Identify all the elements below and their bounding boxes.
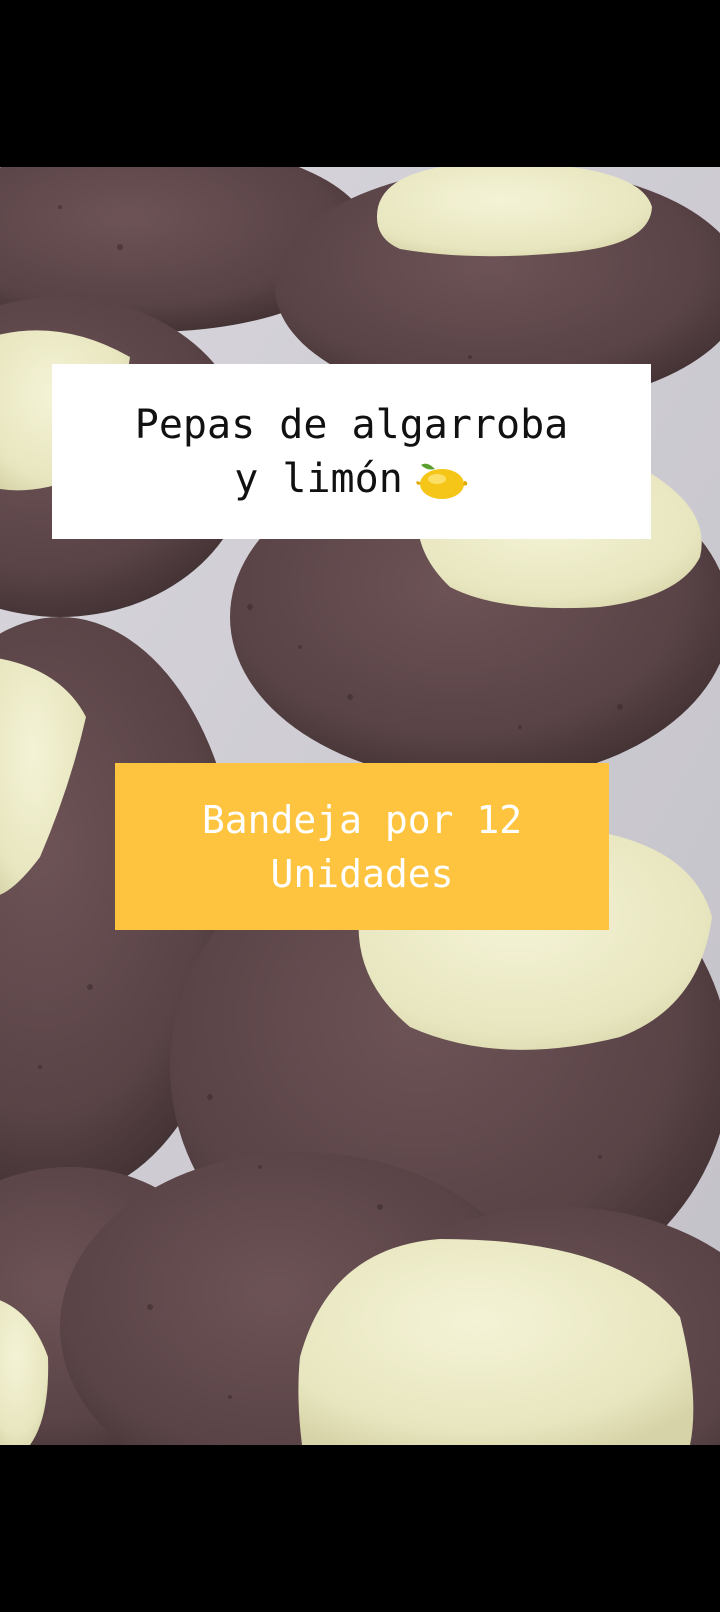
title-caption: Pepas de algarroba y limón [52, 364, 651, 539]
tray-badge: Bandeja por 12 Unidades [115, 763, 609, 930]
title-line-2: y limón [234, 455, 403, 502]
badge-line-1: Bandeja por 12 [201, 797, 523, 842]
badge-line-2: Unidades [270, 851, 454, 896]
story-screen: Pepas de algarroba y limón Bandeja por 1… [0, 0, 720, 1612]
title-line-1: Pepas de algarroba [134, 401, 569, 448]
lemon-icon [413, 459, 469, 503]
